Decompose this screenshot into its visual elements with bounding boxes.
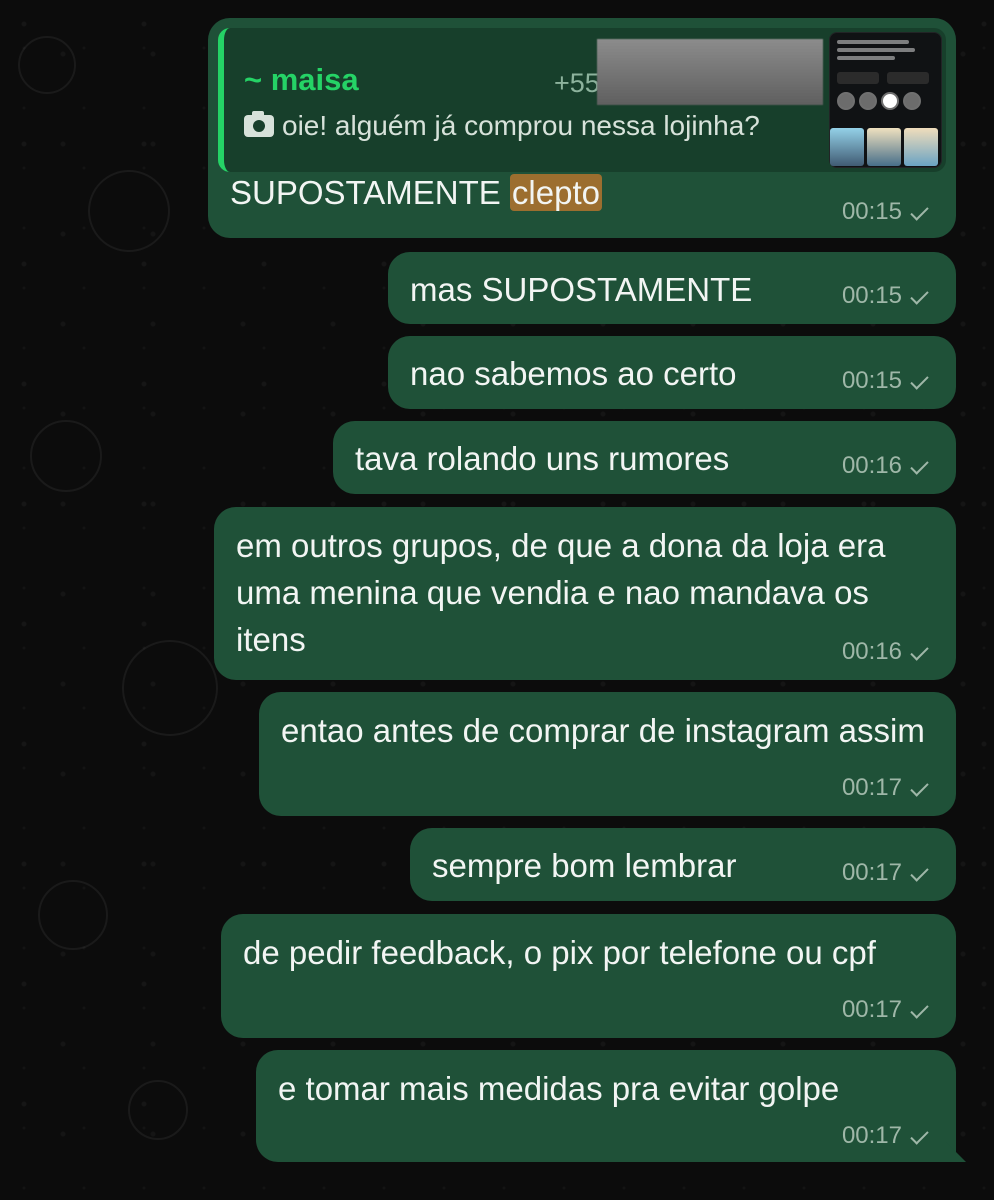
message-bubble[interactable]: em outros grupos, de que a dona da loja … — [214, 507, 956, 680]
camera-icon — [244, 111, 274, 137]
message-text: de pedir feedback, o pix por telefone ou… — [243, 934, 876, 971]
quoted-sender-phone: +55 — [554, 68, 600, 98]
message-text: entao antes de comprar de instagram assi… — [281, 712, 925, 749]
thumbnail-story — [837, 92, 855, 110]
message-meta: 00:15 — [842, 282, 936, 310]
bubble-tail — [946, 1142, 966, 1162]
single-check-icon — [908, 371, 936, 391]
message-meta: 00:17 — [842, 774, 936, 802]
message-meta: 00:15 — [842, 367, 936, 395]
message-meta: 00:16 — [842, 638, 936, 666]
single-check-icon — [908, 1126, 936, 1146]
thumbnail-button — [837, 72, 879, 84]
single-check-icon — [908, 642, 936, 662]
chat-thread: ~ maisa +55 oie! alguém já comprou nessa… — [0, 0, 994, 1200]
message-time: 00:16 — [841, 638, 902, 665]
highlighted-word: clepto — [509, 174, 602, 211]
thumbnail-story — [903, 92, 921, 110]
thumbnail-line — [837, 40, 909, 44]
message-meta: 00:17 — [842, 996, 936, 1024]
single-check-icon — [908, 863, 936, 883]
quoted-message[interactable]: ~ maisa +55 oie! alguém já comprou nessa… — [218, 28, 946, 172]
single-check-icon — [908, 456, 936, 476]
message-time: 00:15 — [841, 198, 902, 225]
message-time: 00:17 — [841, 859, 902, 886]
message-bubble[interactable]: entao antes de comprar de instagram assi… — [259, 692, 956, 816]
message-meta: 00:16 — [842, 452, 936, 480]
message-bubble[interactable]: sempre bom lembrar 00:17 — [410, 828, 956, 901]
message-text: SUPOSTAMENTE clepto — [230, 173, 602, 213]
quoted-image-thumbnail[interactable] — [829, 32, 942, 168]
single-check-icon — [908, 1000, 936, 1020]
message-time: 00:17 — [841, 996, 902, 1023]
thumbnail-story — [859, 92, 877, 110]
message-time: 00:15 — [841, 367, 902, 394]
message-text-prefix: SUPOSTAMENTE — [230, 174, 510, 211]
single-check-icon — [908, 778, 936, 798]
thumbnail-story — [881, 92, 899, 110]
single-check-icon — [908, 286, 936, 306]
reply-message-bubble[interactable]: ~ maisa +55 oie! alguém já comprou nessa… — [208, 18, 956, 238]
quoted-sender-name: ~ maisa — [244, 62, 359, 97]
message-meta: 00:17 — [842, 859, 936, 887]
thumbnail-line — [837, 56, 895, 60]
thumbnail-product — [904, 128, 938, 166]
message-meta: 00:17 — [842, 1122, 936, 1150]
single-check-icon — [908, 202, 936, 222]
thumbnail-button — [887, 72, 929, 84]
message-text: e tomar mais medidas pra evitar golpe — [278, 1070, 840, 1107]
message-bubble[interactable]: tava rolando uns rumores 00:16 — [333, 421, 956, 494]
thumbnail-product — [867, 128, 901, 166]
thumbnail-product — [830, 128, 864, 166]
message-time: 00:17 — [841, 774, 902, 801]
thumbnail-line — [837, 48, 915, 52]
redacted-phone-block — [597, 39, 823, 105]
message-time: 00:17 — [841, 1122, 902, 1149]
message-time: 00:15 — [841, 282, 902, 309]
quoted-caption-text: oie! alguém já comprou nessa lojinha? — [282, 110, 760, 141]
quoted-message-caption: oie! alguém já comprou nessa lojinha? — [244, 110, 760, 142]
message-bubble[interactable]: nao sabemos ao certo 00:15 — [388, 336, 956, 409]
message-bubble[interactable]: de pedir feedback, o pix por telefone ou… — [221, 914, 956, 1038]
message-meta: 00:15 — [842, 198, 936, 226]
message-bubble[interactable]: e tomar mais medidas pra evitar golpe 00… — [256, 1050, 966, 1162]
message-bubble[interactable]: mas SUPOSTAMENTE 00:15 — [388, 252, 956, 324]
message-time: 00:16 — [841, 452, 902, 479]
message-text: em outros grupos, de que a dona da loja … — [236, 527, 886, 658]
